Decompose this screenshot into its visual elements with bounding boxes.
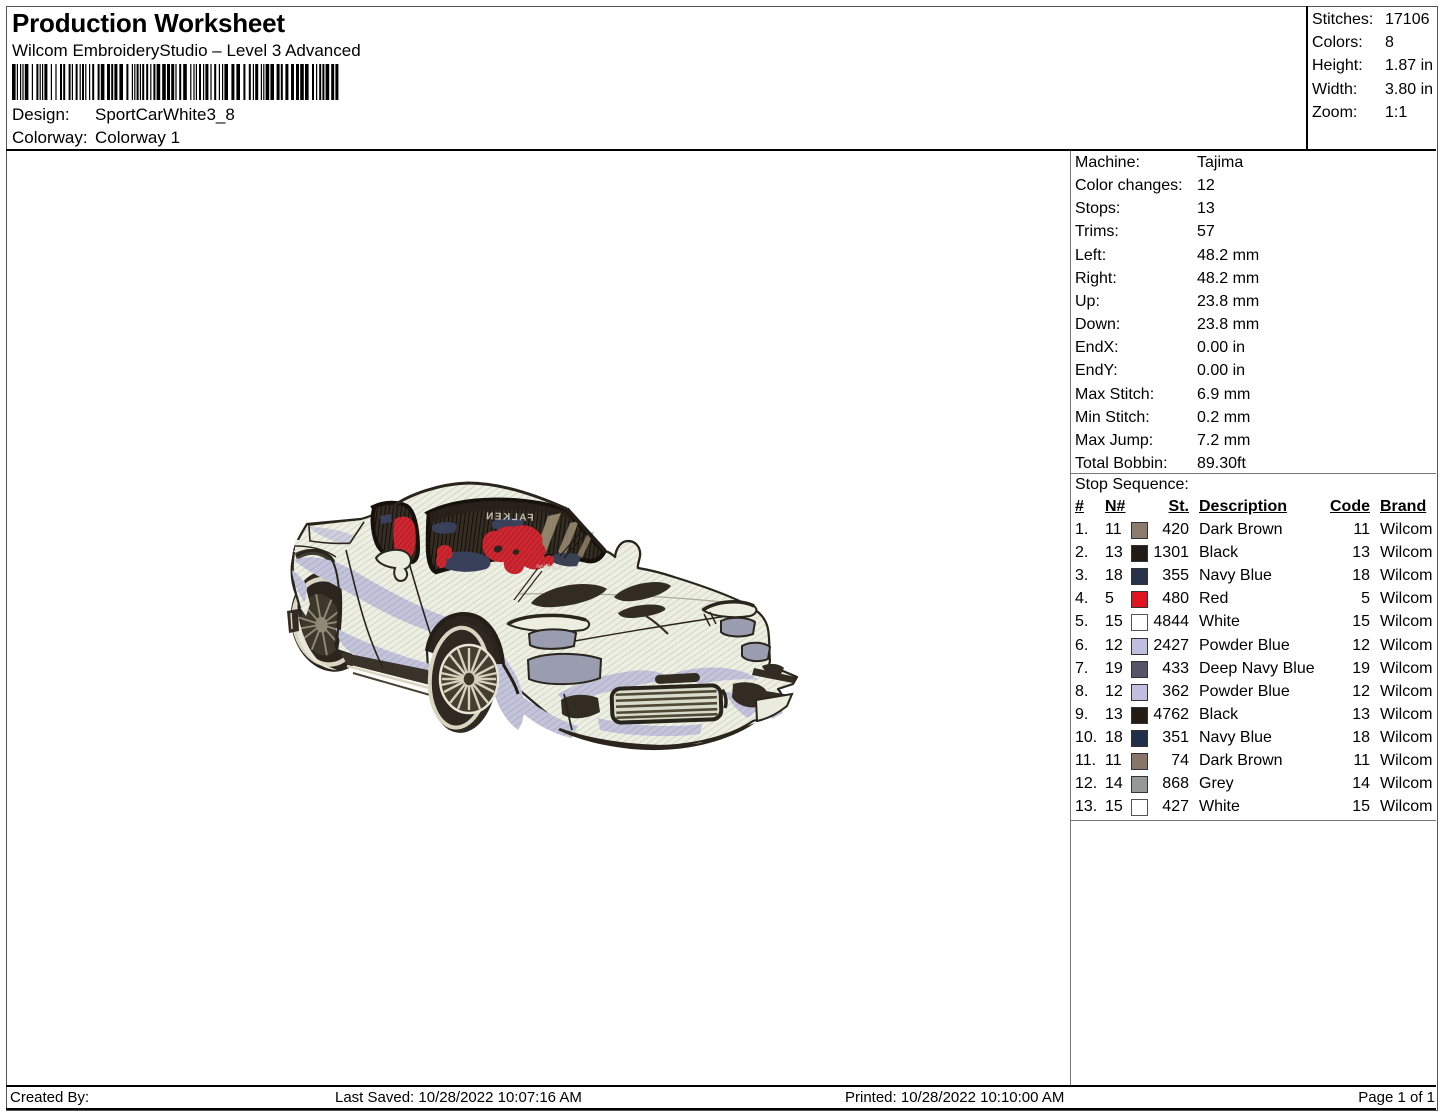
svg-text:FALKEN: FALKEN bbox=[484, 511, 533, 524]
